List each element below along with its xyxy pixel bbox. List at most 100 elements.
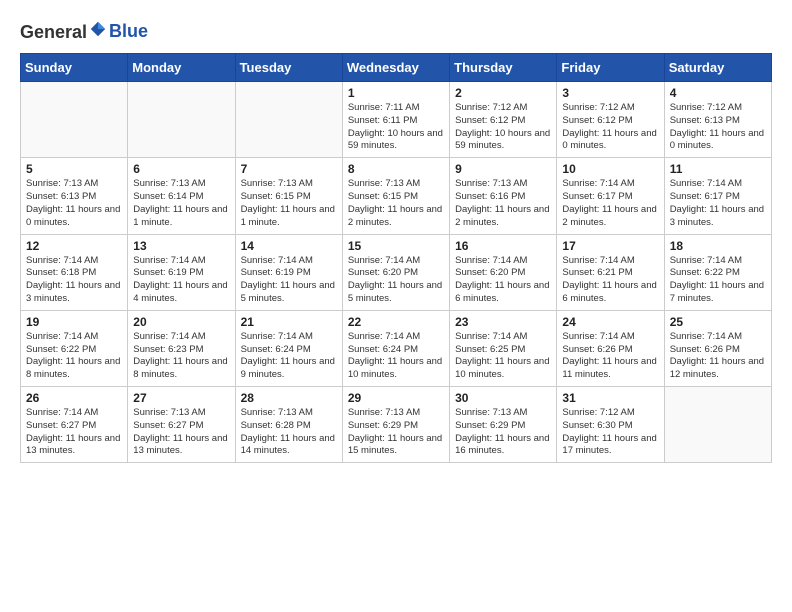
calendar-week-row: 12Sunrise: 7:14 AMSunset: 6:18 PMDayligh…: [21, 234, 772, 310]
day-number: 16: [455, 239, 551, 253]
day-number: 26: [26, 391, 122, 405]
calendar-header-row: SundayMondayTuesdayWednesdayThursdayFrid…: [21, 54, 772, 82]
day-number: 11: [670, 162, 766, 176]
day-number: 14: [241, 239, 337, 253]
day-number: 2: [455, 86, 551, 100]
day-number: 30: [455, 391, 551, 405]
day-number: 8: [348, 162, 444, 176]
day-number: 29: [348, 391, 444, 405]
calendar-cell: 2 Sunrise: 7:12 AMSunset: 6:12 PMDaylight…: [450, 82, 557, 158]
day-info: Sunrise: 7:14 AMSunset: 6:18 PMDaylight:…: [26, 255, 122, 306]
calendar-cell: [21, 82, 128, 158]
day-info: Sunrise: 7:14 AMSunset: 6:19 PMDaylight:…: [133, 255, 229, 306]
day-number: 25: [670, 315, 766, 329]
day-number: 23: [455, 315, 551, 329]
day-number: 9: [455, 162, 551, 176]
day-info: Sunrise: 7:14 AMSunset: 6:24 PMDaylight:…: [241, 331, 337, 382]
calendar-cell: 27 Sunrise: 7:13 AMSunset: 6:27 PMDayligh…: [128, 387, 235, 463]
calendar-cell: [664, 387, 771, 463]
day-number: 31: [562, 391, 658, 405]
day-number: 17: [562, 239, 658, 253]
calendar-cell: [128, 82, 235, 158]
calendar-cell: 28 Sunrise: 7:13 AMSunset: 6:28 PMDayligh…: [235, 387, 342, 463]
day-header-thursday: Thursday: [450, 54, 557, 82]
day-info: Sunrise: 7:14 AMSunset: 6:17 PMDaylight:…: [670, 178, 766, 229]
calendar-cell: 1Sunrise: 7:11 AMSunset: 6:11 PMDaylight…: [342, 82, 449, 158]
logo-icon: [89, 20, 107, 38]
day-number: 27: [133, 391, 229, 405]
day-info: Sunrise: 7:14 AMSunset: 6:26 PMDaylight:…: [670, 331, 766, 382]
calendar-cell: 4Sunrise: 7:12 AMSunset: 6:13 PMDaylight…: [664, 82, 771, 158]
day-header-wednesday: Wednesday: [342, 54, 449, 82]
day-number: 24: [562, 315, 658, 329]
calendar-cell: 22 Sunrise: 7:14 AMSunset: 6:24 PMDayligh…: [342, 310, 449, 386]
day-number: 18: [670, 239, 766, 253]
day-number: 3: [562, 86, 658, 100]
calendar-cell: 19 Sunrise: 7:14 AMSunset: 6:22 PMDayligh…: [21, 310, 128, 386]
day-info: Sunrise: 7:13 AMSunset: 6:15 PMDaylight:…: [241, 178, 337, 229]
day-info: Sunrise: 7:13 AMSunset: 6:15 PMDaylight:…: [348, 178, 444, 229]
day-info: Sunrise: 7:14 AMSunset: 6:23 PMDaylight:…: [133, 331, 229, 382]
calendar-cell: 18 Sunrise: 7:14 AMSunset: 6:22 PMDayligh…: [664, 234, 771, 310]
day-header-tuesday: Tuesday: [235, 54, 342, 82]
calendar-week-row: 19 Sunrise: 7:14 AMSunset: 6:22 PMDayligh…: [21, 310, 772, 386]
day-info: Sunrise: 7:12 AMSunset: 6:12 PMDaylight:…: [562, 102, 658, 153]
day-info: Sunrise: 7:13 AMSunset: 6:16 PMDaylight:…: [455, 178, 551, 229]
day-number: 13: [133, 239, 229, 253]
day-number: 10: [562, 162, 658, 176]
day-info: Sunrise: 7:14 AMSunset: 6:25 PMDaylight:…: [455, 331, 551, 382]
calendar-cell: 26 Sunrise: 7:14 AMSunset: 6:27 PMDayligh…: [21, 387, 128, 463]
calendar-week-row: 5 Sunrise: 7:13 AMSunset: 6:13 PMDaylight…: [21, 158, 772, 234]
calendar-cell: 24Sunrise: 7:14 AMSunset: 6:26 PMDayligh…: [557, 310, 664, 386]
day-number: 21: [241, 315, 337, 329]
day-info: Sunrise: 7:13 AMSunset: 6:28 PMDaylight:…: [241, 407, 337, 458]
calendar-cell: 13 Sunrise: 7:14 AMSunset: 6:19 PMDayligh…: [128, 234, 235, 310]
day-info: Sunrise: 7:14 AMSunset: 6:19 PMDaylight:…: [241, 255, 337, 306]
day-info: Sunrise: 7:12 AMSunset: 6:30 PMDaylight:…: [562, 407, 658, 458]
calendar-cell: 23 Sunrise: 7:14 AMSunset: 6:25 PMDayligh…: [450, 310, 557, 386]
calendar-cell: 10Sunrise: 7:14 AMSunset: 6:17 PMDayligh…: [557, 158, 664, 234]
day-info: Sunrise: 7:13 AMSunset: 6:27 PMDaylight:…: [133, 407, 229, 458]
day-info: Sunrise: 7:13 AMSunset: 6:14 PMDaylight:…: [133, 178, 229, 229]
day-info: Sunrise: 7:13 AMSunset: 6:13 PMDaylight:…: [26, 178, 122, 229]
calendar-week-row: 1Sunrise: 7:11 AMSunset: 6:11 PMDaylight…: [21, 82, 772, 158]
day-number: 28: [241, 391, 337, 405]
calendar-cell: 11 Sunrise: 7:14 AMSunset: 6:17 PMDayligh…: [664, 158, 771, 234]
calendar-cell: 3 Sunrise: 7:12 AMSunset: 6:12 PMDaylight…: [557, 82, 664, 158]
day-info: Sunrise: 7:14 AMSunset: 6:20 PMDaylight:…: [455, 255, 551, 306]
calendar-cell: 8 Sunrise: 7:13 AMSunset: 6:15 PMDaylight…: [342, 158, 449, 234]
calendar-cell: [235, 82, 342, 158]
calendar-cell: 25 Sunrise: 7:14 AMSunset: 6:26 PMDayligh…: [664, 310, 771, 386]
day-info: Sunrise: 7:12 AMSunset: 6:12 PMDaylight:…: [455, 102, 551, 153]
day-info: Sunrise: 7:14 AMSunset: 6:22 PMDaylight:…: [26, 331, 122, 382]
day-number: 20: [133, 315, 229, 329]
day-number: 7: [241, 162, 337, 176]
calendar-cell: 9 Sunrise: 7:13 AMSunset: 6:16 PMDaylight…: [450, 158, 557, 234]
calendar-cell: 29 Sunrise: 7:13 AMSunset: 6:29 PMDayligh…: [342, 387, 449, 463]
day-header-friday: Friday: [557, 54, 664, 82]
day-number: 5: [26, 162, 122, 176]
day-header-monday: Monday: [128, 54, 235, 82]
day-info: Sunrise: 7:14 AMSunset: 6:22 PMDaylight:…: [670, 255, 766, 306]
calendar-cell: 6 Sunrise: 7:13 AMSunset: 6:14 PMDaylight…: [128, 158, 235, 234]
day-number: 6: [133, 162, 229, 176]
calendar-cell: 30 Sunrise: 7:13 AMSunset: 6:29 PMDayligh…: [450, 387, 557, 463]
day-number: 15: [348, 239, 444, 253]
day-header-sunday: Sunday: [21, 54, 128, 82]
day-info: Sunrise: 7:14 AMSunset: 6:21 PMDaylight:…: [562, 255, 658, 306]
day-info: Sunrise: 7:13 AMSunset: 6:29 PMDaylight:…: [348, 407, 444, 458]
calendar-cell: 16 Sunrise: 7:14 AMSunset: 6:20 PMDayligh…: [450, 234, 557, 310]
day-number: 22: [348, 315, 444, 329]
day-number: 1: [348, 86, 444, 100]
day-number: 19: [26, 315, 122, 329]
day-info: Sunrise: 7:12 AMSunset: 6:13 PMDaylight:…: [670, 102, 766, 153]
calendar-cell: 7 Sunrise: 7:13 AMSunset: 6:15 PMDaylight…: [235, 158, 342, 234]
day-info: Sunrise: 7:14 AMSunset: 6:20 PMDaylight:…: [348, 255, 444, 306]
day-info: Sunrise: 7:14 AMSunset: 6:24 PMDaylight:…: [348, 331, 444, 382]
day-info: Sunrise: 7:13 AMSunset: 6:29 PMDaylight:…: [455, 407, 551, 458]
day-header-saturday: Saturday: [664, 54, 771, 82]
logo: General Blue: [20, 20, 148, 43]
day-info: Sunrise: 7:14 AMSunset: 6:27 PMDaylight:…: [26, 407, 122, 458]
calendar-table: SundayMondayTuesdayWednesdayThursdayFrid…: [20, 53, 772, 463]
logo-general: General: [20, 22, 87, 42]
